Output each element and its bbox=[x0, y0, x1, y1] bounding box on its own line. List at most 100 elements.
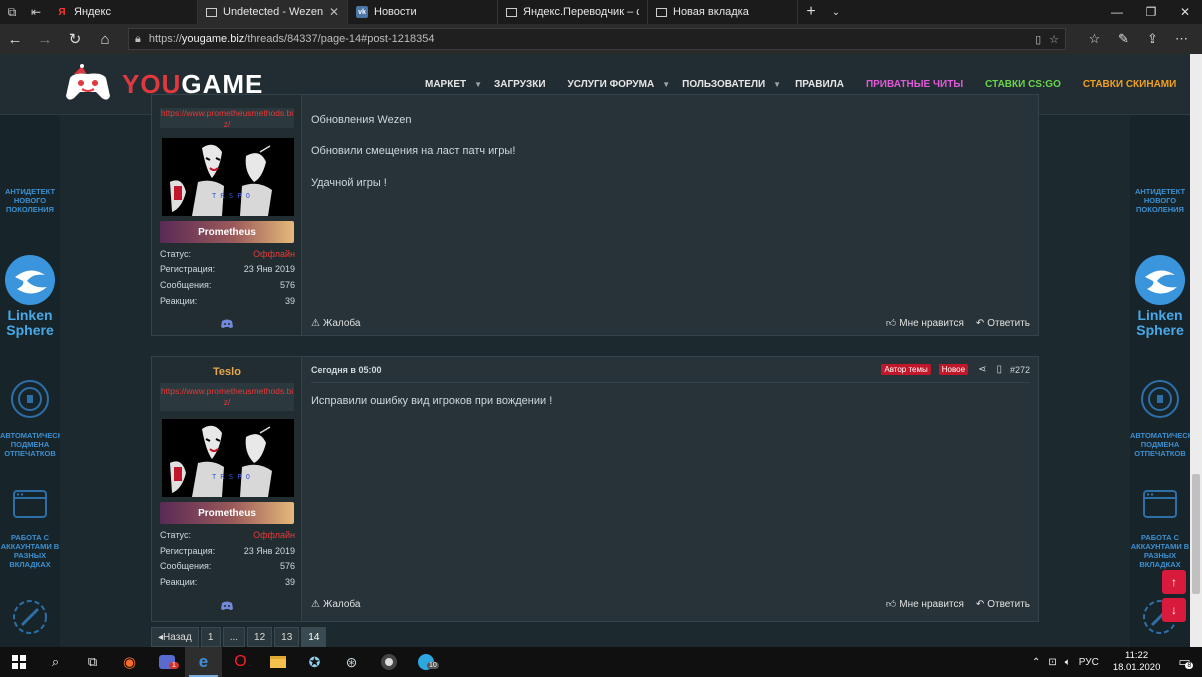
steam-icon[interactable]: ⊛ bbox=[333, 647, 370, 677]
post-number-link[interactable]: #272 bbox=[1010, 365, 1030, 375]
tab-new-tab[interactable]: Новая вкладка bbox=[648, 0, 798, 24]
tab-yandex[interactable]: Я Яндекс bbox=[48, 0, 198, 24]
page-icon bbox=[506, 7, 517, 17]
discord-icon[interactable] bbox=[220, 319, 234, 329]
pagination-page[interactable]: 13 bbox=[274, 627, 300, 647]
network-icon[interactable]: ⊡ bbox=[1048, 657, 1056, 668]
browser-tab-bar: ⧉ ⇤ Я Яндекс Undetected - Wezen 3.1 ✕ vk… bbox=[0, 0, 1202, 24]
favorites-icon[interactable]: ☆ bbox=[1080, 24, 1109, 54]
share-icon[interactable]: ⇪ bbox=[1138, 24, 1167, 54]
favorite-star-icon[interactable]: ☆ bbox=[1049, 33, 1059, 46]
tab-yandex-translate[interactable]: Яндекс.Переводчик – слов bbox=[498, 0, 648, 24]
like-button[interactable]: 👍︎ Мне нравится bbox=[886, 317, 964, 330]
app-icon[interactable]: ✪ bbox=[296, 647, 333, 677]
windows-start-icon[interactable] bbox=[0, 647, 37, 677]
new-tab-button[interactable]: + bbox=[798, 0, 824, 24]
restore-icon[interactable]: ❐ bbox=[1134, 0, 1168, 24]
user-signature-link[interactable]: https://www.prometheusmethods.biz/ bbox=[160, 108, 294, 128]
pagination-back-button[interactable]: ◂ Назад bbox=[151, 627, 199, 647]
browser-address-bar: ← → ↻ ⌂ 🔒︎ https://yougame.biz/threads/8… bbox=[0, 24, 1202, 54]
chevron-up-icon[interactable]: ⌃ bbox=[1032, 657, 1040, 668]
home-icon[interactable]: ⌂ bbox=[90, 24, 120, 54]
nav-csgo-bets[interactable]: СТАВКИ CS:GO bbox=[985, 79, 1061, 90]
pagination-page-current[interactable]: 14 bbox=[301, 627, 327, 647]
page-icon bbox=[206, 7, 217, 17]
pagination: ◂ Назад 1 ... 12 13 14 bbox=[151, 627, 327, 647]
forum-post: https://www.prometheusmethods.biz/ T R S… bbox=[151, 94, 1039, 336]
nav-forum-services[interactable]: УСЛУГИ ФОРУМА ▼ bbox=[568, 79, 671, 90]
back-icon[interactable]: ← bbox=[0, 24, 30, 54]
clock[interactable]: 11:22 18.01.2020 bbox=[1113, 650, 1161, 674]
report-button[interactable]: ⚠ Жалоба bbox=[311, 599, 360, 610]
scroll-up-button[interactable]: ↑ bbox=[1162, 570, 1186, 594]
page-scrollbar[interactable] bbox=[1190, 54, 1202, 647]
nav-private-cheats[interactable]: ПРИВАТНЫЕ ЧИТЫ bbox=[866, 79, 963, 90]
user-stat-registration: Регистрация: 23 Янв 2019 bbox=[160, 264, 295, 274]
telegram-icon[interactable]: 10 bbox=[407, 647, 444, 677]
url-field[interactable]: 🔒︎ https://yougame.biz/threads/84337/pag… bbox=[128, 28, 1066, 50]
scrollbar-thumb[interactable] bbox=[1192, 474, 1200, 594]
user-signature-link[interactable]: https://www.prometheusmethods.biz/ bbox=[160, 383, 294, 411]
nav-skin-bets[interactable]: СТАВКИ СКИНАМИ bbox=[1083, 79, 1176, 90]
forward-icon[interactable]: → bbox=[30, 24, 60, 54]
share-icon[interactable]: ⋖ bbox=[978, 364, 986, 375]
reading-view-icon[interactable]: ▯ bbox=[1035, 33, 1041, 46]
opera-icon[interactable]: O bbox=[222, 647, 259, 677]
file-explorer-icon[interactable] bbox=[259, 647, 296, 677]
tab-news[interactable]: vk Новости bbox=[348, 0, 498, 24]
ad-brand-line-1: Linken bbox=[7, 307, 53, 323]
post-date-link[interactable]: Сегодня в 05:00 bbox=[311, 365, 873, 375]
avatar[interactable]: T R S P O bbox=[162, 419, 294, 497]
right-side-ad[interactable]: АНТИДЕТЕКТ НОВОГО ПОКОЛЕНИЯ Linken Spher… bbox=[1130, 115, 1190, 647]
reply-button[interactable]: ↶ Ответить bbox=[976, 318, 1030, 329]
windows-taskbar: ⌕ ⧉ ◉ 1 e O ✪ ⊛ 10 ⌃ ⊡ 🔈︎ РУС 11:22 18.0… bbox=[0, 647, 1202, 677]
reply-icon: ↶ bbox=[975, 317, 985, 329]
bookmark-icon[interactable]: ▯ bbox=[996, 364, 1002, 375]
user-stat-status: Статус: Оффлайн bbox=[160, 249, 295, 259]
nav-rules[interactable]: ПРАВИЛА bbox=[795, 79, 844, 90]
pagination-page[interactable]: 12 bbox=[247, 627, 273, 647]
close-window-icon[interactable]: ✕ bbox=[1168, 0, 1202, 24]
speaker-icon[interactable]: 🔈︎ bbox=[1065, 657, 1071, 668]
post-user-panel: Teslo https://www.prometheusmethods.biz/… bbox=[152, 357, 302, 621]
lock-icon: 🔒︎ bbox=[135, 32, 141, 45]
avatar[interactable]: T R S P O bbox=[162, 138, 294, 216]
reply-button[interactable]: ↶ Ответить bbox=[976, 599, 1030, 610]
pagination-page[interactable]: 1 bbox=[200, 627, 221, 647]
author-badge: Автор темы bbox=[881, 364, 931, 375]
left-side-ad[interactable]: АНТИДЕТЕКТ НОВОГО ПОКОЛЕНИЯ Linken Spher… bbox=[0, 115, 60, 647]
scroll-down-button[interactable]: ↓ bbox=[1162, 598, 1186, 622]
notification-icon[interactable]: ▭ 8 bbox=[1178, 654, 1194, 670]
language-indicator[interactable]: РУС bbox=[1079, 657, 1099, 668]
tab-list-icon[interactable]: ⧉ bbox=[0, 0, 24, 24]
nav-market[interactable]: МАРКЕТ ▼ bbox=[425, 79, 482, 90]
origin-app-icon[interactable]: ◉ bbox=[111, 647, 148, 677]
user-rank-banner: Prometheus bbox=[160, 502, 294, 524]
nav-users[interactable]: ПОЛЬЗОВАТЕЛИ ▼ bbox=[682, 79, 781, 90]
ad-text: АНТИДЕТЕКТ НОВОГО ПОКОЛЕНИЯ bbox=[1134, 187, 1186, 214]
reply-icon: ↶ bbox=[975, 598, 985, 610]
obs-icon[interactable] bbox=[370, 647, 407, 677]
minimize-icon[interactable]: — bbox=[1100, 0, 1134, 24]
browser-window-icon bbox=[1138, 483, 1182, 527]
chevron-down-icon[interactable]: ⌄ bbox=[824, 0, 848, 24]
app-icon[interactable]: 1 bbox=[148, 647, 185, 677]
close-icon[interactable]: ✕ bbox=[329, 5, 339, 19]
task-view-icon[interactable]: ⧉ bbox=[74, 647, 111, 677]
more-icon[interactable]: ⋯ bbox=[1167, 24, 1196, 54]
username-link[interactable]: Teslo bbox=[152, 366, 302, 378]
set-aside-tabs-icon[interactable]: ⇤ bbox=[24, 0, 48, 24]
nav-downloads[interactable]: ЗАГРУЗКИ bbox=[494, 79, 545, 90]
discord-icon[interactable] bbox=[220, 601, 234, 611]
search-icon[interactable]: ⌕ bbox=[37, 647, 74, 677]
refresh-icon[interactable]: ↻ bbox=[60, 24, 90, 54]
like-button[interactable]: 👍︎ Мне нравится bbox=[886, 598, 964, 611]
pen-icon[interactable]: ✎ bbox=[1109, 24, 1138, 54]
pagination-ellipsis[interactable]: ... bbox=[222, 627, 246, 647]
ad-brand-line-2: Sphere bbox=[6, 322, 54, 338]
tools-icon bbox=[8, 595, 52, 639]
edge-browser-icon[interactable]: e bbox=[185, 647, 222, 677]
tab-undetected-wezen[interactable]: Undetected - Wezen 3.1 ✕ bbox=[198, 0, 348, 24]
post-user-panel: https://www.prometheusmethods.biz/ T R S… bbox=[152, 95, 302, 335]
report-button[interactable]: ⚠ Жалоба bbox=[311, 318, 360, 329]
